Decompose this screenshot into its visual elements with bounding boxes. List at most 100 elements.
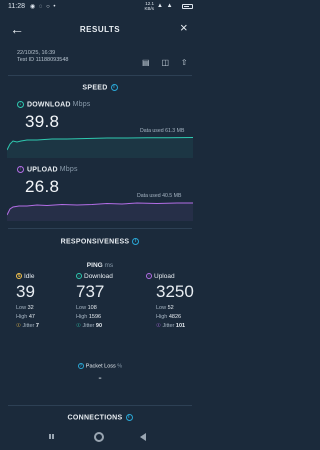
- share-icon[interactable]: ⇧: [181, 58, 192, 67]
- download-speed-value: 39.8: [25, 112, 60, 131]
- download-speed-graph: [7, 137, 193, 158]
- speed-section-title: SPEED i: [0, 84, 200, 91]
- upload-unit: Mbps: [59, 166, 78, 174]
- upload-arrow-icon: ↑: [17, 166, 24, 173]
- jitter-label: Jitter: [82, 323, 95, 329]
- responsiveness-section-title: RESPONSIVENESS i: [0, 238, 200, 245]
- status-time: 11:28: [8, 3, 25, 10]
- divider: [8, 75, 192, 76]
- test-id: Test ID 11188093548: [17, 57, 69, 63]
- upload-high: High 4826: [156, 314, 206, 320]
- ping-label: PING ms: [0, 262, 200, 269]
- download-label: ↓ DOWNLOAD Mbps: [17, 101, 91, 108]
- low-label: Low: [16, 305, 27, 311]
- connections-section-title[interactable]: CONNECTIONS i: [0, 414, 200, 421]
- ping-column-label: ↓ Download: [76, 273, 136, 280]
- upload-jitter: ☉ Jitter 101: [156, 323, 206, 329]
- idle-high: High 47: [16, 314, 76, 320]
- ping-column-idle: ⇅ Idle 39 Low 32 High 47 ☉ Jitter 7: [16, 273, 76, 329]
- info-icon[interactable]: i: [132, 238, 140, 245]
- download-ping-icon: ↓: [76, 273, 82, 280]
- packet-loss-help-icon[interactable]: ?: [77, 363, 84, 369]
- ping-column-label: ↑ Upload: [146, 273, 206, 280]
- upload-ping-label: Upload: [154, 273, 175, 280]
- ping-column-label: ⇅ Idle: [16, 273, 76, 280]
- download-ping-label: Download: [84, 273, 113, 280]
- test-meta: 22/10/25, 16:39 Test ID 11188093548: [17, 50, 68, 64]
- upload-label-text: UPLOAD: [27, 166, 58, 174]
- idle-label: Idle: [24, 273, 35, 280]
- idle-jitter: ☉ Jitter 7: [16, 323, 76, 329]
- high-label: High: [156, 314, 168, 320]
- high-label: High: [16, 314, 28, 320]
- download-label-text: DOWNLOAD: [27, 101, 71, 109]
- low-value: 108: [87, 305, 97, 311]
- packet-loss-label: ? Packet Loss %: [0, 363, 200, 369]
- jitter-label: Jitter: [22, 323, 35, 329]
- divider: [8, 228, 192, 229]
- low-value: 32: [27, 305, 34, 311]
- home-icon[interactable]: [94, 432, 104, 442]
- low-value: 52: [167, 305, 174, 311]
- notification-icons: ◉ ◌ ○ •: [30, 4, 57, 10]
- recent-apps-icon[interactable]: [48, 433, 56, 441]
- test-datetime: 22/10/25, 16:39: [17, 50, 56, 56]
- upload-ping-value: 3250: [156, 282, 194, 301]
- ping-unit: ms: [104, 262, 114, 269]
- page-title: RESULTS: [79, 25, 121, 34]
- upload-low: Low 52: [156, 305, 206, 311]
- jitter-icon: ☉: [156, 323, 161, 329]
- back-triangle-icon[interactable]: [140, 433, 146, 441]
- low-label: Low: [156, 305, 167, 311]
- responsiveness-title-text: RESPONSIVENESS: [60, 238, 130, 246]
- info-icon[interactable]: i: [125, 414, 133, 421]
- high-value: 4826: [168, 314, 182, 320]
- download-arrow-icon: ↓: [17, 101, 24, 108]
- ping-label-text: PING: [86, 262, 103, 269]
- divider: [8, 405, 192, 406]
- delete-icon[interactable]: ◫: [161, 58, 172, 67]
- high-value: 1596: [88, 314, 102, 320]
- battery-icon: [182, 4, 193, 9]
- idle-ping-icon: ⇅: [16, 273, 22, 280]
- download-low: Low 108: [76, 305, 136, 311]
- close-icon[interactable]: ×: [180, 20, 188, 35]
- upload-ping-icon: ↑: [146, 273, 152, 280]
- low-label: Low: [76, 305, 87, 311]
- download-high: High 1596: [76, 314, 136, 320]
- upload-speed-value: 26.8: [25, 177, 60, 196]
- packet-loss-label-text: Packet Loss: [85, 363, 116, 370]
- packet-loss-value: -: [98, 373, 102, 384]
- upload-graph-area: [7, 203, 193, 221]
- jitter-label: Jitter: [162, 323, 175, 329]
- network-rate: 12.1 KB/s: [144, 1, 154, 11]
- jitter-icon: ☉: [76, 323, 81, 329]
- speed-title-text: SPEED: [82, 84, 108, 92]
- upload-label: ↑ UPLOAD Mbps: [17, 166, 78, 173]
- report-icon[interactable]: ▤: [142, 58, 153, 67]
- results-header: ← RESULTS ×: [0, 20, 200, 40]
- signal-wifi-icon: ▲ ▲: [157, 3, 174, 9]
- system-navigation-bar: [0, 428, 200, 450]
- battery-level-fill: [184, 6, 189, 7]
- idle-low: Low 32: [16, 305, 76, 311]
- packet-loss-unit: %: [117, 363, 123, 370]
- status-bar: 11:28 ◉ ◌ ○ • 12.1 KB/s ▲ ▲: [0, 0, 200, 13]
- high-value: 47: [28, 314, 35, 320]
- jitter-icon: ☉: [16, 323, 21, 329]
- high-label: High: [76, 314, 88, 320]
- upload-speed-graph: [7, 202, 193, 221]
- ping-column-download: ↓ Download 737 Low 108 High 1596 ☉ Jitter…: [76, 273, 136, 329]
- result-actions: ▤ ◫ ⇧: [142, 52, 196, 70]
- info-icon[interactable]: i: [110, 84, 118, 91]
- download-unit: Mbps: [72, 101, 91, 109]
- download-graph-area: [7, 137, 193, 158]
- jitter-value: 101: [175, 323, 186, 329]
- idle-ping-value: 39: [16, 282, 35, 301]
- ping-column-upload: ↑ Upload 3250 Low 52 High 4826 ☉ Jitter 1…: [146, 273, 206, 329]
- download-jitter: ☉ Jitter 90: [76, 323, 136, 329]
- jitter-value: 90: [95, 323, 103, 329]
- jitter-value: 7: [35, 323, 39, 329]
- connections-title-text: CONNECTIONS: [67, 414, 123, 422]
- download-ping-value: 737: [76, 282, 105, 301]
